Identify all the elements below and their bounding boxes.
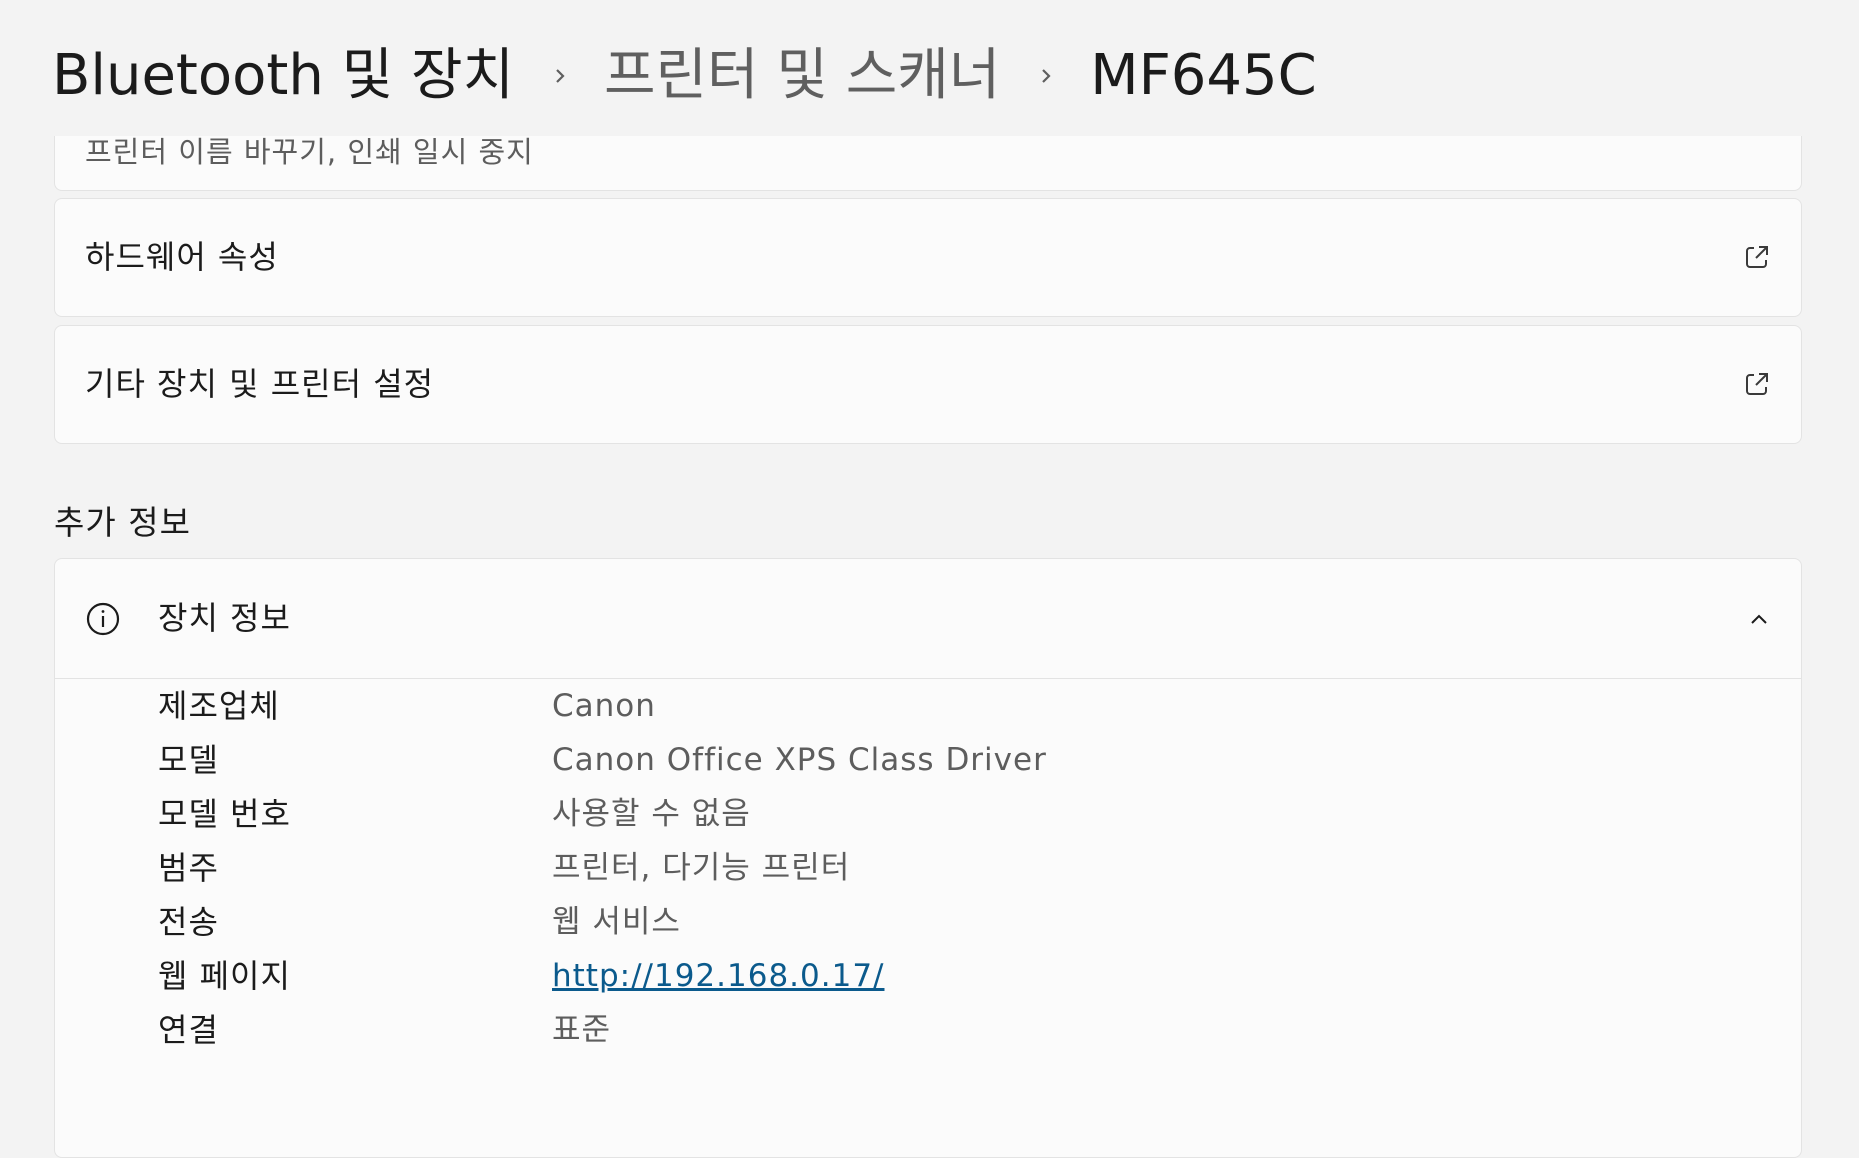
property-row-connection: 연결 표준 xyxy=(55,1003,1801,1057)
web-page-link[interactable]: http://192.168.0.17/ xyxy=(552,949,884,1003)
additional-info-heading: 추가 정보 xyxy=(54,503,191,542)
settings-content: 프린터 이름 바꾸기, 인쇄 일시 중지 하드웨어 속성 기타 장치 및 프린터… xyxy=(0,0,1859,1158)
property-value: 웹 서비스 xyxy=(552,904,681,940)
property-row-model: 모델 Canon Office XPS Class Driver xyxy=(55,733,1801,787)
device-info-header[interactable]: 장치 정보 xyxy=(55,559,1801,679)
breadcrumb-printers-scanners[interactable]: 프린터 및 스캐너 xyxy=(604,36,1000,116)
property-row-model-number: 모델 번호 사용할 수 없음 xyxy=(55,787,1801,841)
property-value: 프린터, 다기능 프린터 xyxy=(552,850,851,886)
other-devices-printers-settings-label: 기타 장치 및 프린터 설정 xyxy=(85,365,435,403)
page-header: Bluetooth 및 장치 프린터 및 스캐너 MF645C xyxy=(0,0,1859,136)
open-external-icon xyxy=(1743,243,1771,271)
device-info-title: 장치 정보 xyxy=(158,599,291,637)
property-key: 범주 xyxy=(158,849,219,887)
property-key: 웹 페이지 xyxy=(158,957,291,995)
property-key: 전송 xyxy=(158,903,219,941)
chevron-right-icon xyxy=(1036,66,1056,86)
property-row-web-page: 웹 페이지 http://192.168.0.17/ xyxy=(55,949,1801,1003)
property-value: Canon xyxy=(552,688,656,724)
device-info-expander: 장치 정보 제조업체 Canon 모델 Canon Office XPS Cla… xyxy=(54,558,1802,1158)
device-info-properties: 제조업체 Canon 모델 Canon Office XPS Class Dri… xyxy=(55,679,1801,1057)
property-value: Canon Office XPS Class Driver xyxy=(552,742,1047,778)
hardware-properties-label: 하드웨어 속성 xyxy=(85,238,279,276)
property-row-transport: 전송 웹 서비스 xyxy=(55,895,1801,949)
page-title: MF645C xyxy=(1090,43,1317,108)
property-key: 제조업체 xyxy=(158,687,280,725)
chevron-up-icon[interactable] xyxy=(1747,607,1771,631)
property-key: 연결 xyxy=(158,1011,219,1049)
property-value: 사용할 수 없음 xyxy=(552,796,751,832)
property-value: 표준 xyxy=(552,1012,612,1048)
hardware-properties-link[interactable]: 하드웨어 속성 xyxy=(54,198,1802,317)
breadcrumb-bluetooth-devices[interactable]: Bluetooth 및 장치 xyxy=(52,36,514,116)
property-row-category: 범주 프린터, 다기능 프린터 xyxy=(55,841,1801,895)
property-row-manufacturer: 제조업체 Canon xyxy=(55,679,1801,733)
open-external-icon xyxy=(1743,370,1771,398)
breadcrumb: Bluetooth 및 장치 프린터 및 스캐너 MF645C xyxy=(52,36,1317,116)
other-devices-printers-settings-link[interactable]: 기타 장치 및 프린터 설정 xyxy=(54,325,1802,444)
property-key: 모델 xyxy=(158,741,219,779)
chevron-right-icon xyxy=(550,66,570,86)
info-circle-icon xyxy=(85,601,121,637)
property-key: 모델 번호 xyxy=(158,795,291,833)
